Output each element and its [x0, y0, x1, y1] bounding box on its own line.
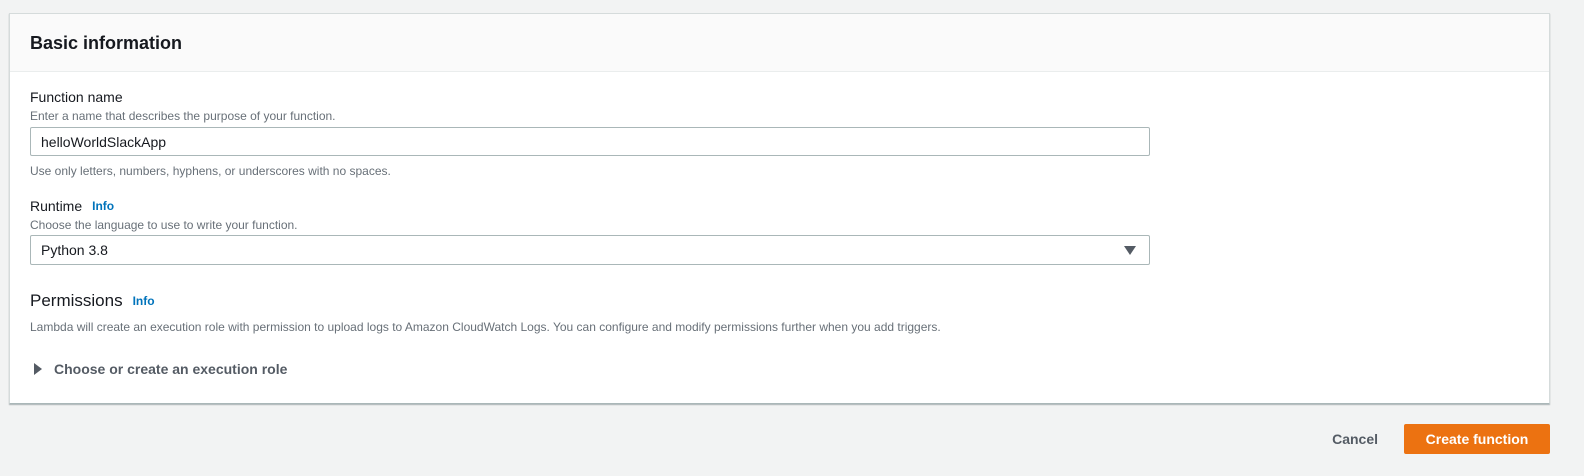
- execution-role-expander-label: Choose or create an execution role: [54, 361, 288, 377]
- permissions-heading: Permissions Info: [30, 291, 155, 311]
- function-name-label-text: Function name: [30, 89, 123, 105]
- function-name-input[interactable]: [30, 127, 1150, 156]
- function-name-label: Function name: [30, 89, 123, 105]
- permissions-description: Lambda will create an execution role wit…: [30, 320, 941, 334]
- runtime-info-link[interactable]: Info: [92, 199, 114, 213]
- runtime-selected-value: Python 3.8: [41, 242, 108, 258]
- create-function-button[interactable]: Create function: [1404, 424, 1550, 454]
- runtime-label: Runtime Info: [30, 198, 114, 214]
- permissions-info-link[interactable]: Info: [133, 294, 155, 308]
- chevron-down-icon: [1124, 245, 1136, 255]
- form-actions: Cancel Create function: [1312, 424, 1550, 454]
- basic-information-panel: Basic information Function name Enter a …: [9, 13, 1550, 404]
- runtime-select[interactable]: Python 3.8: [30, 235, 1150, 265]
- runtime-description: Choose the language to use to write your…: [30, 218, 298, 232]
- function-name-constraint: Use only letters, numbers, hyphens, or u…: [30, 164, 391, 178]
- permissions-title: Permissions: [30, 291, 123, 310]
- cancel-button[interactable]: Cancel: [1312, 424, 1398, 454]
- runtime-label-text: Runtime: [30, 198, 83, 214]
- function-name-description: Enter a name that describes the purpose …: [30, 109, 336, 123]
- panel-header: Basic information: [10, 14, 1549, 72]
- execution-role-expander[interactable]: Choose or create an execution role: [34, 361, 287, 377]
- panel-title: Basic information: [30, 33, 183, 53]
- caret-right-icon: [34, 363, 42, 375]
